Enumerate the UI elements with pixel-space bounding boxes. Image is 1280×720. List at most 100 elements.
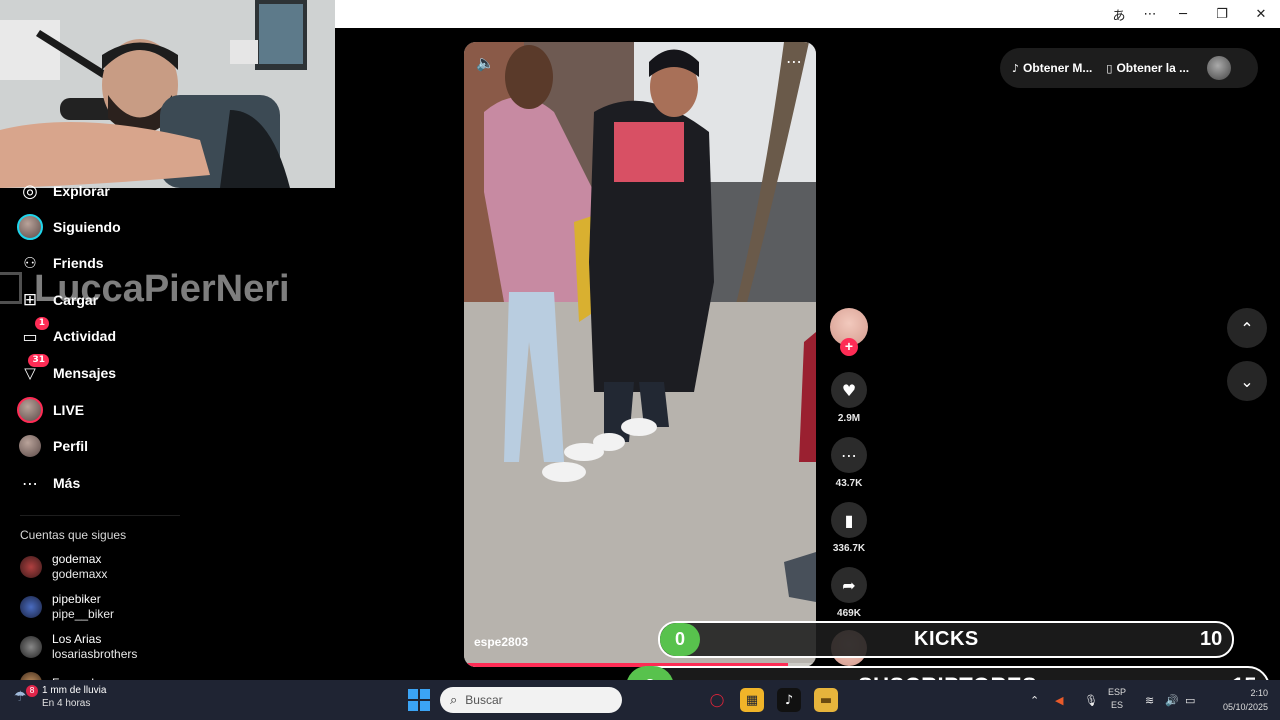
kicks-label: KICKS — [914, 628, 979, 650]
following-account[interactable]: Los Arias losariasbrothers — [20, 632, 137, 662]
taskbar-search[interactable]: ⌕ — [440, 687, 622, 713]
weather-widget[interactable]: ☂ 8 1 mm de lluvia En 4 horas — [14, 685, 106, 709]
rain-cloud-icon: ☂ 8 — [14, 685, 38, 709]
following-account[interactable]: pipebiker pipe__biker — [20, 592, 114, 622]
browser-more-icon[interactable]: ⋯ — [1132, 0, 1168, 28]
clock-time: 2:10 — [1250, 688, 1268, 698]
sidebar-item-live[interactable]: LIVE — [16, 395, 84, 425]
language-code: ESP — [1108, 687, 1127, 697]
tiktok-app-icon[interactable]: ♪ — [777, 688, 801, 712]
sidebar-item-label: Perfil — [53, 438, 89, 454]
get-mobile-item[interactable]: ▯ Obtener la ... — [1106, 61, 1189, 75]
account-name: pipebiker — [52, 592, 101, 606]
sidebar-item-label: Actividad — [53, 328, 117, 344]
restore-button[interactable]: ❐ — [1204, 0, 1240, 28]
user-avatar[interactable] — [1207, 56, 1232, 80]
comment-count: 43.7K — [835, 478, 863, 489]
opera-icon[interactable]: ◯ — [705, 688, 729, 712]
volume-tray-icon[interactable]: 🔊 — [1165, 680, 1179, 720]
sidebar-item-label: Mensajes — [53, 365, 117, 381]
sidebar-item-activity[interactable]: ▭ 1 Actividad — [16, 317, 117, 351]
sidebar-item-profile[interactable]: Perfil — [16, 431, 88, 461]
messages-icon: ▽ 31 — [16, 354, 49, 387]
share-icon: ➦ — [831, 567, 867, 603]
get-app-pill: ♪ Obtener M... ▯ Obtener la ... — [1000, 48, 1258, 88]
like-button[interactable]: ♥ 2.9M — [829, 372, 869, 424]
sidebar-item-following[interactable]: Siguiendo — [16, 212, 121, 242]
sidebar-item-explore[interactable]: ◎ Explorar — [16, 176, 110, 206]
video-author[interactable]: espe2803 — [474, 635, 528, 649]
sidebar-item-messages[interactable]: ▽ 31 Mensajes — [16, 354, 117, 388]
webcam-scene — [0, 0, 335, 188]
account-name: godemax — [52, 552, 102, 566]
clock[interactable]: 2:10 05/10/2025 — [1212, 686, 1268, 714]
get-app-item[interactable]: ♪ Obtener M... — [1012, 61, 1092, 75]
share-button[interactable]: ➦ 469K — [829, 567, 869, 619]
avatar — [20, 596, 42, 618]
microphone-icon[interactable]: 🎙 — [1084, 680, 1098, 720]
language-indicator[interactable]: ESP ES — [1108, 686, 1126, 712]
kicks-count: 0 — [660, 623, 700, 656]
tiktok-icon: ♪ — [1012, 61, 1020, 75]
tray-app-icon[interactable]: ◀ — [1055, 680, 1063, 720]
show-hidden-icons[interactable]: ⌃ — [1030, 680, 1039, 720]
save-button[interactable]: ▮ 336.7K — [829, 502, 869, 554]
taskbar-search-input[interactable] — [465, 693, 606, 707]
account-handle: godemaxx — [52, 567, 108, 581]
activity-icon: ▭ 1 — [16, 317, 49, 350]
creator-avatar-button[interactable]: + — [829, 308, 869, 356]
sidebar-item-label: Siguiendo — [53, 219, 121, 235]
screen: あ ⋯ ─ ❐ ✕ ◎ Explorar Siguiendo ⚇ Friends… — [0, 0, 1280, 720]
bookmark-icon: ▮ — [831, 502, 867, 538]
get-app-label: Obtener M... — [1023, 61, 1093, 75]
close-button[interactable]: ✕ — [1243, 0, 1279, 28]
windows-start-icon[interactable] — [408, 689, 430, 711]
follow-plus-icon[interactable]: + — [840, 338, 858, 356]
following-account[interactable]: godemax godemaxx — [20, 552, 107, 582]
comment-button[interactable]: ⋯ 43.7K — [829, 437, 869, 489]
webcam-overlay — [0, 0, 335, 188]
twitch-logo-icon — [0, 272, 22, 304]
more-icon: ⋯ — [22, 473, 38, 493]
share-count: 469K — [837, 608, 861, 619]
keyboard-layout: ES — [1111, 700, 1124, 710]
avatar — [20, 556, 42, 578]
profile-avatar-icon — [16, 432, 44, 460]
weather-badge: 8 — [26, 685, 38, 697]
video-more-icon[interactable]: ⋯ — [786, 52, 802, 71]
following-section-title: Cuentas que sigues — [20, 528, 127, 542]
sidebar-item-more[interactable]: ⋯ Más — [16, 468, 80, 498]
following-avatar-icon — [16, 213, 44, 241]
account-name: Los Arias — [52, 632, 102, 646]
minimize-button[interactable]: ─ — [1165, 0, 1201, 28]
get-mobile-label: Obtener la ... — [1116, 61, 1190, 75]
store-icon[interactable]: ▦ — [740, 688, 764, 712]
activity-badge: 1 — [34, 317, 49, 330]
heart-icon: ♥ — [831, 372, 867, 408]
weather-forecast: 1 mm de lluvia — [42, 685, 107, 696]
window-titlebar: あ ⋯ ─ ❐ ✕ — [335, 0, 1280, 28]
file-explorer-icon[interactable]: ▬ — [814, 688, 838, 712]
divider — [20, 515, 180, 516]
sidebar-item-label: Más — [53, 475, 81, 491]
save-count: 336.7K — [832, 543, 866, 554]
battery-icon[interactable]: ▭ — [1185, 680, 1195, 720]
phone-icon: ▯ — [1106, 61, 1113, 75]
volume-icon[interactable]: 🔈 — [476, 54, 495, 72]
like-count: 2.9M — [837, 413, 861, 424]
next-video-button[interactable]: ⌄ — [1227, 361, 1267, 401]
previous-video-button[interactable]: ⌃ — [1227, 308, 1267, 348]
messages-badge: 31 — [28, 354, 49, 367]
avatar — [20, 636, 42, 658]
comment-icon: ⋯ — [831, 437, 867, 473]
creator-avatar: + — [830, 308, 868, 356]
streamer-watermark: LuccaPierNeri — [34, 268, 290, 310]
account-handle: losariasbrothers — [52, 647, 138, 661]
wifi-icon[interactable]: ≋ — [1145, 680, 1154, 720]
windows-taskbar: ☂8 1 mm de lluvia En 4 horas ⌕ ◯ ▦ ♪ ▬ ⌃… — [0, 680, 1280, 720]
compass-icon: ◎ — [22, 180, 38, 202]
video-frame — [464, 42, 816, 667]
video-player[interactable]: 🔈 ⋯ espe2803 — [464, 42, 816, 667]
kicks-goal: 10 — [1200, 628, 1223, 650]
chevron-down-icon: ⌄ — [1240, 371, 1254, 391]
